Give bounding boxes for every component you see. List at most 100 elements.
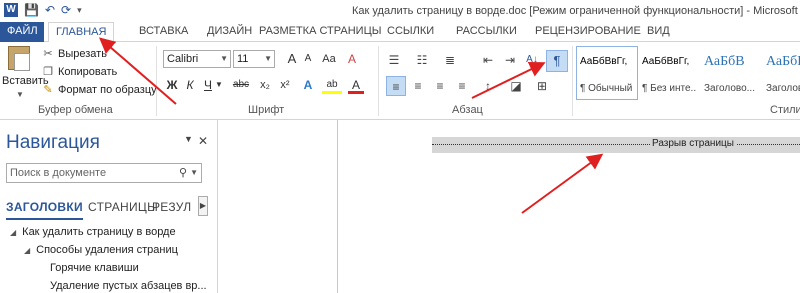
page-edge xyxy=(337,120,338,293)
superscript-button[interactable]: x² xyxy=(276,76,294,94)
style-no-spacing[interactable]: АаБбВвГг, ¶ Без инте... xyxy=(638,46,700,100)
copy-icon: ❐ xyxy=(43,66,53,78)
multilevel-list-icon[interactable]: ≣ xyxy=(440,50,460,70)
sort-button[interactable]: A↓ xyxy=(522,50,542,70)
shading-icon[interactable]: ◪ xyxy=(506,76,526,96)
tab-design[interactable]: ДИЗАЙН xyxy=(200,22,259,42)
page-break-line xyxy=(432,144,800,145)
collapse-triangle-icon[interactable]: ◢ xyxy=(10,228,16,237)
page-break-label: Разрыв страницы xyxy=(650,138,736,149)
close-icon[interactable]: ✕ xyxy=(198,134,208,148)
format-painter-button[interactable]: ✎ Формат по образцу xyxy=(42,84,157,96)
word-app-icon: W xyxy=(4,3,18,17)
clipboard-icon xyxy=(8,46,30,71)
search-icon[interactable]: ⚲ xyxy=(179,164,187,182)
paste-button[interactable]: Вставить ▼ xyxy=(2,42,49,99)
font-size-select[interactable]: 11 ▼ xyxy=(233,50,275,68)
chevron-right-icon[interactable]: ▶ xyxy=(198,196,208,216)
font-group-label: Шрифт xyxy=(248,104,285,116)
scissors-icon: ✂ xyxy=(43,48,53,60)
cut-button[interactable]: ✂ Вырезать xyxy=(42,48,107,60)
show-formatting-marks-button[interactable]: ¶ xyxy=(546,50,568,72)
style-heading-2[interactable]: АаБбВ Заголово xyxy=(762,46,800,100)
tab-view[interactable]: ВИД xyxy=(640,22,677,42)
style-name: ¶ Без инте... xyxy=(642,83,696,94)
bullets-icon[interactable]: ☰ xyxy=(384,50,404,70)
tab-home[interactable]: ГЛАВНАЯ xyxy=(48,22,114,43)
chevron-down-icon[interactable]: ▼ xyxy=(190,164,198,182)
page-break[interactable]: Разрыв страницы xyxy=(432,137,800,153)
navigation-title: Навигация xyxy=(6,132,100,153)
tab-headings[interactable]: ЗАГОЛОВКИ xyxy=(6,200,83,220)
navigation-pane: Навигация ▼ ✕ Поиск в документе ⚲ ▼ ЗАГО… xyxy=(0,120,218,293)
chevron-down-icon[interactable]: ▼ xyxy=(214,76,224,94)
format-painter-label: Формат по образцу xyxy=(58,84,157,96)
style-sample: АаБбВ xyxy=(704,54,745,69)
subscript-button[interactable]: x₂ xyxy=(256,76,274,94)
justify-icon[interactable]: ≡ xyxy=(452,76,472,96)
pane-options-icon[interactable]: ▼ xyxy=(184,134,193,144)
divider xyxy=(572,46,573,116)
tab-review[interactable]: РЕЦЕНЗИРОВАНИЕ xyxy=(528,22,648,42)
document-area[interactable]: Разрыв страницы xyxy=(219,120,800,293)
brush-icon: ✎ xyxy=(43,84,53,96)
line-spacing-icon[interactable]: ↕ xyxy=(478,76,498,96)
grow-font-button[interactable]: A xyxy=(284,50,300,68)
copy-button[interactable]: ❐ Копировать xyxy=(42,66,117,78)
nav-heading-item[interactable]: ◢ Способы удаления страниц xyxy=(24,244,178,256)
text-effects-button[interactable]: A xyxy=(300,76,316,94)
title-bar: W 💾 ↶ ⟳ ▾ Как удалить страницу в ворде.d… xyxy=(0,0,800,22)
style-sample: АаБбВ xyxy=(766,54,800,69)
copy-label: Копировать xyxy=(58,66,118,78)
tab-file[interactable]: ФАЙЛ xyxy=(0,22,44,42)
align-right-icon[interactable]: ≡ xyxy=(430,76,450,96)
highlight-button[interactable]: ab xyxy=(322,76,342,94)
chevron-down-icon[interactable]: ▼ xyxy=(16,90,24,99)
chevron-down-icon: ▼ xyxy=(264,54,272,63)
chevron-down-icon: ▼ xyxy=(220,54,228,63)
nav-heading-item[interactable]: ◢ Как удалить страницу в ворде xyxy=(10,226,176,238)
redo-icon[interactable]: ⟳ xyxy=(61,3,71,17)
save-icon[interactable]: 💾 xyxy=(24,3,39,17)
quick-access-toolbar: W 💾 ↶ ⟳ ▾ xyxy=(4,3,82,17)
borders-icon[interactable]: ⊞ xyxy=(532,76,552,96)
italic-button[interactable]: К xyxy=(182,76,198,94)
tab-pages[interactable]: СТРАНИЦЫ xyxy=(88,200,158,214)
style-sample: АаБбВвГг, xyxy=(642,56,690,67)
style-name: Заголово xyxy=(766,83,800,94)
tab-insert[interactable]: ВСТАВКА xyxy=(132,22,195,42)
font-name-select[interactable]: Calibri ▼ xyxy=(163,50,231,68)
paragraph-group-label: Абзац xyxy=(452,104,483,116)
font-name-value: Calibri xyxy=(167,53,199,65)
align-center-icon[interactable]: ≡ xyxy=(408,76,428,96)
divider xyxy=(378,46,379,116)
font-color-button[interactable]: A xyxy=(348,76,364,94)
styles-gallery: АаБбВвГг, ¶ Обычный АаБбВвГг, ¶ Без инте… xyxy=(576,46,800,100)
nav-heading-text: Способы удаления страниц xyxy=(36,244,178,256)
tab-page-layout[interactable]: РАЗМЕТКА СТРАНИЦЫ xyxy=(252,22,388,42)
tab-references[interactable]: ССЫЛКИ xyxy=(380,22,441,42)
change-case-button[interactable]: Aa xyxy=(318,50,340,68)
ribbon-tabs: ФАЙЛ ГЛАВНАЯ ВСТАВКА ДИЗАЙН РАЗМЕТКА СТР… xyxy=(0,22,800,43)
search-input[interactable]: Поиск в документе ⚲ ▼ xyxy=(6,163,202,183)
align-left-icon[interactable]: ≡ xyxy=(386,76,406,96)
tab-results[interactable]: РЕЗУЛ xyxy=(152,200,191,214)
tab-mailings[interactable]: РАССЫЛКИ xyxy=(449,22,524,42)
nav-heading-item[interactable]: Горячие клавиши xyxy=(50,262,139,274)
undo-icon[interactable]: ↶ xyxy=(45,3,55,17)
style-normal[interactable]: АаБбВвГг, ¶ Обычный xyxy=(576,46,638,100)
increase-indent-icon[interactable]: ⇥ xyxy=(500,50,520,70)
numbering-icon[interactable]: ☷ xyxy=(412,50,432,70)
strikethrough-button[interactable]: abc xyxy=(230,76,252,94)
style-heading-1[interactable]: АаБбВ Заголово... xyxy=(700,46,762,100)
nav-heading-text: Как удалить страницу в ворде xyxy=(22,226,176,238)
collapse-triangle-icon[interactable]: ◢ xyxy=(24,246,30,255)
search-placeholder: Поиск в документе xyxy=(10,167,107,179)
nav-heading-item[interactable]: Удаление пустых абзацев вр... xyxy=(50,280,207,292)
decrease-indent-icon[interactable]: ⇤ xyxy=(478,50,498,70)
clear-formatting-button[interactable]: A xyxy=(344,50,360,68)
customize-qat-icon[interactable]: ▾ xyxy=(77,3,82,17)
bold-button[interactable]: Ж xyxy=(164,76,180,94)
divider xyxy=(156,46,157,116)
shrink-font-button[interactable]: A xyxy=(300,50,316,68)
